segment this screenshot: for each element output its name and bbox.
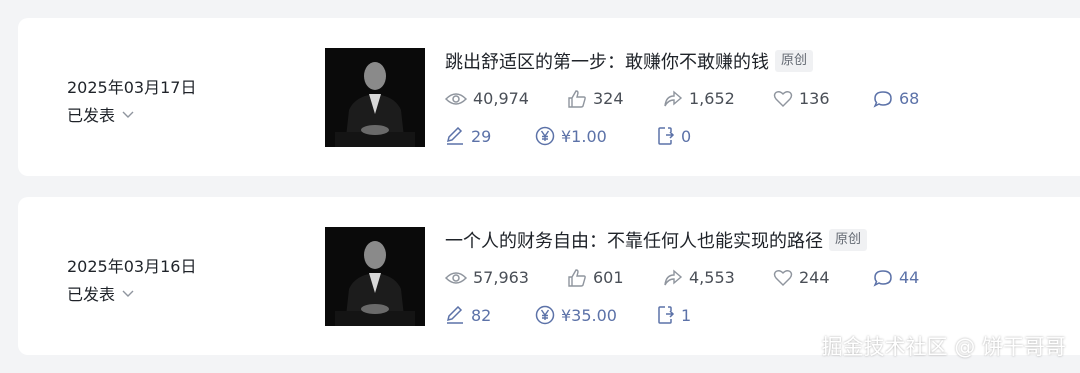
shares-stat: 4,553 — [663, 268, 773, 287]
views-count: 57,963 — [473, 268, 529, 287]
stats-row: 57,963 601 4,553 244 44 — [445, 268, 919, 287]
article-title[interactable]: 跳出舒适区的第一步：敢赚你不敢赚的钱 — [445, 48, 769, 74]
views-stat: 57,963 — [445, 268, 567, 287]
actions-row: 29 ¥1.00 0 — [445, 126, 691, 146]
article-thumbnail[interactable] — [325, 48, 425, 147]
share-arrow-icon — [663, 89, 683, 108]
publish-date: 2025年03月16日 — [67, 257, 197, 276]
reward-stat[interactable]: ¥1.00 — [535, 126, 657, 146]
edit-stat[interactable]: 82 — [445, 306, 535, 325]
comments-stat[interactable]: 44 — [873, 268, 919, 287]
status-label: 已发表 — [67, 106, 116, 125]
yen-coin-icon — [535, 305, 555, 325]
edit-stat[interactable]: 29 — [445, 127, 535, 146]
favorites-count: 244 — [799, 268, 830, 287]
pencil-icon — [445, 306, 465, 324]
article-card: 2025年03月17日 已发表 跳出舒适区的第一步：敢赚你不敢赚的钱 原创 40… — [18, 18, 1080, 176]
eye-icon — [445, 270, 467, 286]
reward-amount: ¥35.00 — [561, 305, 617, 325]
comments-count: 44 — [899, 268, 920, 287]
shares-count: 1,652 — [689, 89, 735, 108]
shares-count: 4,553 — [689, 268, 735, 287]
favorites-stat: 244 — [773, 268, 873, 287]
edit-count: 29 — [471, 126, 492, 146]
thumbs-up-icon — [567, 268, 587, 287]
publish-date: 2025年03月17日 — [67, 78, 197, 97]
chevron-down-icon — [121, 288, 135, 298]
yen-coin-icon — [535, 126, 555, 146]
share-arrow-icon — [663, 268, 683, 287]
comment-bubble-icon — [873, 90, 893, 108]
pencil-icon — [445, 127, 465, 145]
article-thumbnail[interactable] — [325, 227, 425, 326]
actions-row: 82 ¥35.00 1 — [445, 305, 691, 325]
repost-stat[interactable]: 0 — [657, 126, 691, 146]
repost-icon — [657, 305, 675, 325]
reward-amount: ¥1.00 — [561, 126, 607, 146]
watermark: 掘金技术社区 @ 饼干哥哥 — [821, 335, 1066, 359]
title-row: 一个人的财务自由：不靠任何人也能实现的路径 原创 — [445, 227, 868, 253]
comments-count: 68 — [899, 89, 920, 108]
favorites-stat: 136 — [773, 89, 873, 108]
stats-row: 40,974 324 1,652 136 68 — [445, 89, 919, 108]
title-row: 跳出舒适区的第一步：敢赚你不敢赚的钱 原创 — [445, 48, 814, 74]
chevron-down-icon — [121, 109, 135, 119]
shares-stat: 1,652 — [663, 89, 773, 108]
repost-stat[interactable]: 1 — [657, 305, 691, 325]
reward-stat[interactable]: ¥35.00 — [535, 305, 657, 325]
article-title[interactable]: 一个人的财务自由：不靠任何人也能实现的路径 — [445, 227, 823, 253]
likes-stat: 324 — [567, 89, 663, 108]
repost-count: 0 — [681, 126, 692, 146]
comment-bubble-icon — [873, 269, 893, 287]
comments-stat[interactable]: 68 — [873, 89, 919, 108]
views-stat: 40,974 — [445, 89, 567, 108]
likes-stat: 601 — [567, 268, 663, 287]
repost-icon — [657, 126, 675, 146]
heart-icon — [773, 90, 793, 108]
status-dropdown[interactable]: 已发表 — [67, 281, 135, 305]
repost-count: 1 — [681, 305, 692, 325]
likes-count: 324 — [593, 89, 624, 108]
thumbs-up-icon — [567, 89, 587, 108]
eye-icon — [445, 91, 467, 107]
heart-icon — [773, 269, 793, 287]
likes-count: 601 — [593, 268, 624, 287]
original-badge: 原创 — [775, 50, 814, 72]
original-badge: 原创 — [829, 229, 868, 251]
views-count: 40,974 — [473, 89, 529, 108]
favorites-count: 136 — [799, 89, 830, 108]
edit-count: 82 — [471, 305, 492, 325]
status-label: 已发表 — [67, 285, 116, 304]
status-dropdown[interactable]: 已发表 — [67, 102, 135, 126]
